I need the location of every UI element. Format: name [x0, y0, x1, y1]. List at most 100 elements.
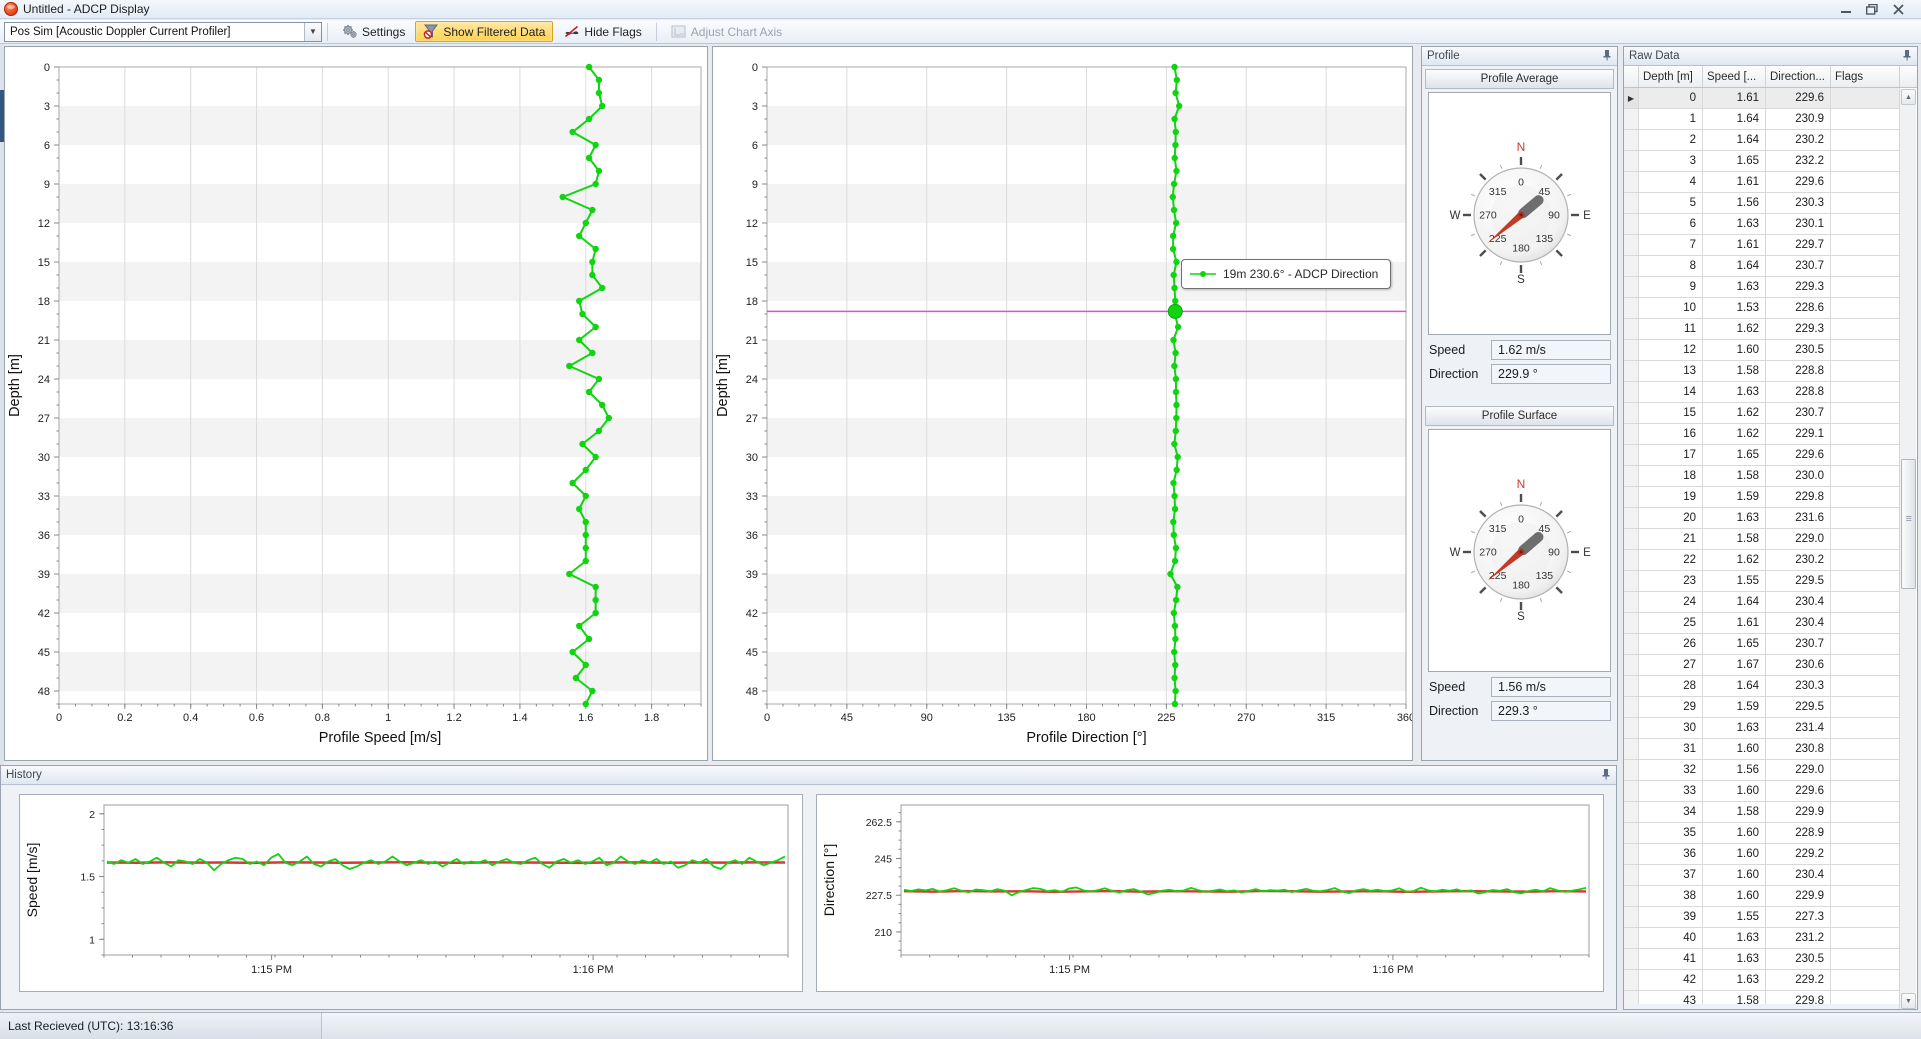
svg-text:1:15 PM: 1:15 PM: [251, 964, 292, 976]
svg-text:210: 210: [874, 927, 892, 939]
table-row[interactable]: 131.58228.8: [1624, 361, 1917, 382]
table-row[interactable]: 181.58230.0: [1624, 466, 1917, 487]
svg-text:18: 18: [746, 296, 758, 308]
table-row[interactable]: 291.59229.5: [1624, 697, 1917, 718]
restore-button[interactable]: [1859, 2, 1885, 17]
svg-text:225: 225: [1157, 712, 1175, 724]
table-row[interactable]: 411.63230.5: [1624, 949, 1917, 970]
table-row[interactable]: 361.60229.2: [1624, 844, 1917, 865]
table-row[interactable]: 381.60229.9: [1624, 886, 1917, 907]
svg-text:12: 12: [38, 218, 50, 230]
svg-text:270: 270: [1479, 210, 1497, 222]
table-row[interactable]: 91.63229.3: [1624, 277, 1917, 298]
table-row[interactable]: 141.63228.8: [1624, 382, 1917, 403]
device-selector-combo[interactable]: Pos Sim [Acoustic Doppler Current Profil…: [4, 22, 322, 42]
table-row[interactable]: 321.56229.0: [1624, 760, 1917, 781]
column-header-Direction...[interactable]: Direction...: [1766, 66, 1831, 87]
svg-text:42: 42: [38, 608, 50, 620]
svg-text:24: 24: [746, 374, 758, 386]
svg-text:1.5: 1.5: [80, 872, 95, 884]
table-row[interactable]: 111.62229.3: [1624, 319, 1917, 340]
direction-history-chart[interactable]: 210227.5245262.51:15 PM1:16 PMDirection …: [817, 795, 1603, 991]
table-row[interactable]: 241.64230.4: [1624, 592, 1917, 613]
close-button[interactable]: [1885, 2, 1911, 17]
table-row[interactable]: 211.58229.0: [1624, 529, 1917, 550]
profile-direction-chart[interactable]: 0369121518212427303336394245480459013518…: [713, 47, 1412, 760]
profile-speed-chart[interactable]: 03691215182124273033363942454800.20.40.6…: [5, 47, 707, 760]
table-row[interactable]: 311.60230.8: [1624, 739, 1917, 760]
table-row[interactable]: 421.63229.2: [1624, 970, 1917, 991]
average-direction-value: 229.9 °: [1491, 364, 1611, 384]
hide-flags-button[interactable]: Hide Flags: [555, 21, 649, 42]
chevron-down-icon[interactable]: ▼: [304, 23, 321, 41]
table-row[interactable]: 261.65230.7: [1624, 634, 1917, 655]
scroll-thumb[interactable]: [1901, 459, 1916, 589]
raw-data-scrollbar[interactable]: ▲ ▼: [1899, 89, 1916, 1009]
table-row[interactable]: 51.56230.3: [1624, 193, 1917, 214]
svg-text:W: W: [1450, 210, 1461, 222]
svg-text:90: 90: [1548, 547, 1560, 559]
table-row[interactable]: 301.63231.4: [1624, 718, 1917, 739]
svg-text:45: 45: [746, 647, 758, 659]
svg-text:30: 30: [38, 452, 50, 464]
table-row[interactable]: 371.60230.4: [1624, 865, 1917, 886]
show-filtered-data-button[interactable]: Show Filtered Data: [415, 21, 553, 42]
table-row[interactable]: 81.64230.7: [1624, 256, 1917, 277]
table-row[interactable]: 121.60230.5: [1624, 340, 1917, 361]
direction-history-chart-box: 210227.5245262.51:15 PM1:16 PMDirection …: [816, 794, 1604, 992]
pin-icon[interactable]: [1602, 49, 1612, 64]
table-row[interactable]: 221.62230.2: [1624, 550, 1917, 571]
table-row[interactable]: 391.55227.3: [1624, 907, 1917, 928]
table-row[interactable]: 401.63231.2: [1624, 928, 1917, 949]
table-row[interactable]: 281.64230.3: [1624, 676, 1917, 697]
table-row[interactable]: 331.60229.6: [1624, 781, 1917, 802]
column-header-Depth [m][interactable]: Depth [m]: [1639, 66, 1703, 87]
table-row[interactable]: 151.62230.7: [1624, 403, 1917, 424]
history-panel-title: History: [6, 769, 42, 781]
table-row[interactable]: ▶01.61229.6: [1624, 88, 1917, 109]
speed-label: Speed: [1429, 680, 1491, 694]
speed-history-chart[interactable]: 11.521:15 PM1:16 PMSpeed [m/s]: [20, 795, 802, 991]
pin-icon[interactable]: [1902, 49, 1912, 64]
table-row[interactable]: 31.65232.2: [1624, 151, 1917, 172]
table-row[interactable]: 231.55229.5: [1624, 571, 1917, 592]
svg-text:3: 3: [44, 101, 50, 113]
svg-text:180: 180: [1512, 580, 1530, 592]
table-row[interactable]: 191.59229.8: [1624, 487, 1917, 508]
svg-text:315: 315: [1489, 523, 1507, 535]
table-row[interactable]: 201.63231.6: [1624, 508, 1917, 529]
svg-text:0: 0: [1518, 177, 1524, 189]
gear-icon: [342, 24, 358, 39]
table-row[interactable]: 21.64230.2: [1624, 130, 1917, 151]
table-row[interactable]: 61.63230.1: [1624, 214, 1917, 235]
chart-axis-icon: [671, 25, 687, 39]
table-row[interactable]: 101.53228.6: [1624, 298, 1917, 319]
table-row[interactable]: 341.58229.9: [1624, 802, 1917, 823]
svg-text:0: 0: [752, 62, 758, 74]
series-marker-icon: [1190, 270, 1216, 278]
table-row[interactable]: 431.58229.8: [1624, 991, 1917, 1004]
table-row[interactable]: 11.64230.9: [1624, 109, 1917, 130]
table-row[interactable]: 41.61229.6: [1624, 172, 1917, 193]
pin-icon[interactable]: [1601, 768, 1611, 783]
minimize-button[interactable]: [1833, 2, 1859, 17]
table-row[interactable]: 271.67230.6: [1624, 655, 1917, 676]
svg-text:1: 1: [89, 934, 95, 946]
scroll-down-button[interactable]: ▼: [1901, 993, 1916, 1009]
column-header-Flags[interactable]: Flags: [1831, 66, 1900, 87]
svg-text:24: 24: [38, 374, 50, 386]
column-header-Speed [...[interactable]: Speed [...: [1703, 66, 1766, 87]
settings-button[interactable]: Settings: [334, 21, 413, 42]
table-row[interactable]: 171.65229.6: [1624, 445, 1917, 466]
hide-flags-label: Hide Flags: [584, 25, 641, 39]
table-row[interactable]: 161.62229.1: [1624, 424, 1917, 445]
svg-text:262.5: 262.5: [866, 817, 892, 829]
svg-text:6: 6: [44, 140, 50, 152]
table-row[interactable]: 251.61230.4: [1624, 613, 1917, 634]
table-row[interactable]: 351.60228.9: [1624, 823, 1917, 844]
svg-text:Profile Direction [°]: Profile Direction [°]: [1026, 730, 1146, 746]
svg-text:227.5: 227.5: [866, 890, 892, 902]
scroll-up-button[interactable]: ▲: [1901, 89, 1916, 105]
svg-text:Speed [m/s]: Speed [m/s]: [24, 843, 40, 918]
table-row[interactable]: 71.61229.7: [1624, 235, 1917, 256]
